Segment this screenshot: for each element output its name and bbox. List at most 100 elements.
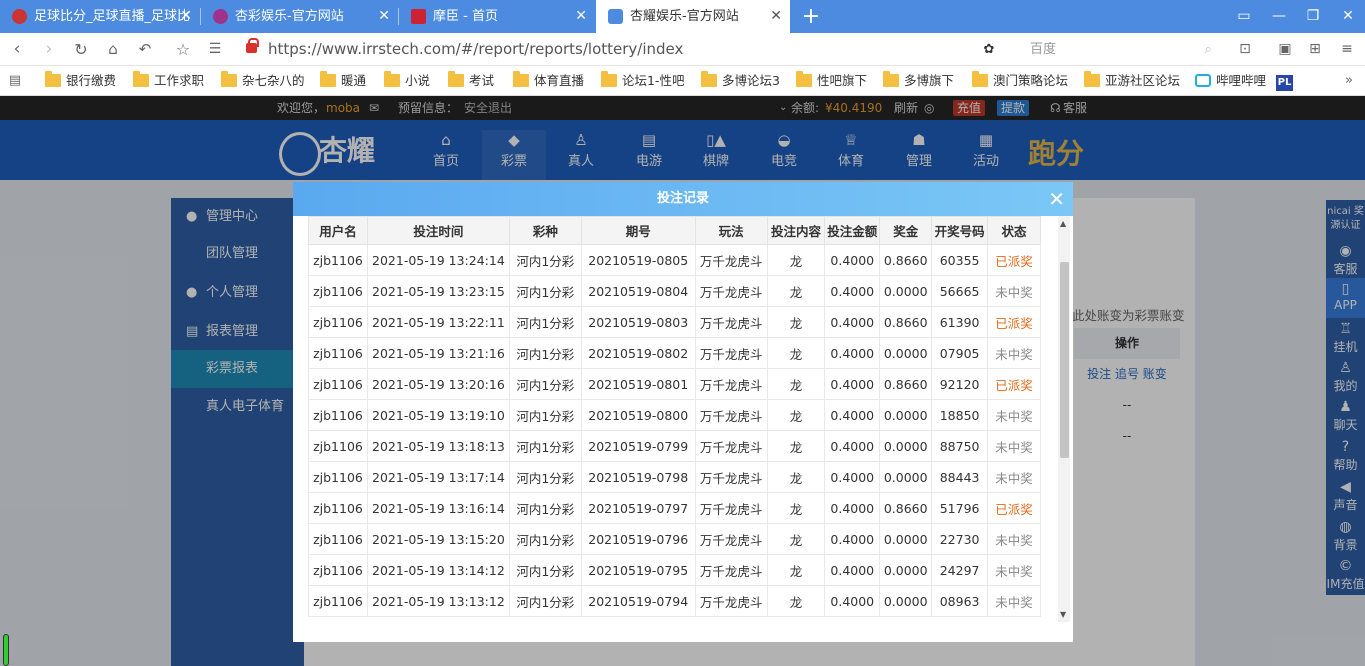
new-tab-icon[interactable]: + xyxy=(794,0,828,33)
bookmark-item[interactable]: 多博旗下 xyxy=(883,66,954,96)
url-field[interactable]: https://www.irrstech.com/#/report/report… xyxy=(240,38,1030,61)
restore-icon[interactable]: ❐ xyxy=(1296,0,1330,33)
home-icon[interactable]: ⌂ xyxy=(100,33,126,66)
table-cell: 2021-05-19 13:23:15 xyxy=(366,275,510,307)
table-cell: 0.4000 xyxy=(824,306,881,338)
table-cell: 0.8660 xyxy=(879,244,933,276)
bookmark-item[interactable]: 澳门策略论坛 xyxy=(972,66,1068,96)
bookmark-item[interactable]: 论坛1-性吧 xyxy=(601,66,684,96)
table-cell: 20210519-0799 xyxy=(580,430,696,462)
bookmark-item[interactable]: 工作求职 xyxy=(133,66,204,96)
table-cell: 万千龙虎斗 xyxy=(694,368,768,400)
back-icon[interactable]: ‹ xyxy=(4,33,30,66)
table-cell: 河内1分彩 xyxy=(508,523,582,555)
status-cell: 未中奖 xyxy=(987,275,1041,307)
table-cell: 万千龙虎斗 xyxy=(694,492,768,524)
bookmark-item[interactable]: 考试 xyxy=(448,66,494,96)
scroll-thumb[interactable] xyxy=(1060,262,1069,458)
table-cell: 20210519-0805 xyxy=(580,244,696,276)
table-cell: 2021-05-19 13:17:14 xyxy=(366,461,510,493)
modal-scrollbar[interactable]: ▲ ▼ xyxy=(1058,216,1070,622)
table-row: zjb1106 2021-05-19 13:18:13 河内1分彩 20210519-… xyxy=(308,430,1041,462)
bookmark-item[interactable]: 杂七杂八的 xyxy=(221,66,305,96)
bookmark-item[interactable]: 哔哩哔哩 xyxy=(1195,66,1266,96)
table-cell: 20210519-0797 xyxy=(580,492,696,524)
tab-close-icon[interactable]: ✕ xyxy=(378,0,390,33)
reader-icon[interactable]: ☰ xyxy=(202,33,228,66)
table-cell: zjb1106 xyxy=(308,244,368,276)
forward-icon[interactable]: › xyxy=(36,33,62,66)
bookmark-item[interactable]: 体育直播 xyxy=(513,66,584,96)
star-icon[interactable]: ☆ xyxy=(170,33,196,66)
minimize-icon[interactable]: — xyxy=(1262,0,1296,33)
bookmark-item[interactable]: 多博论坛3 xyxy=(701,66,780,96)
table-cell: 万千龙虎斗 xyxy=(694,337,768,369)
more-bookmarks-icon[interactable]: » xyxy=(1336,66,1362,96)
folder-icon xyxy=(1084,71,1100,87)
search-icon[interactable]: ⌕ xyxy=(1205,38,1212,61)
tab-title: 足球比分_足球直播_足球比 xyxy=(34,9,191,24)
bookmark-item[interactable]: PL xyxy=(1276,66,1293,96)
col-header: 投注内容 xyxy=(766,216,826,245)
bookmark-item[interactable]: 亚游社区论坛 xyxy=(1084,66,1180,96)
extension-icon[interactable]: ✿ xyxy=(976,33,1002,66)
table-cell: 08963 xyxy=(931,585,989,617)
status-cell: 未中奖 xyxy=(987,585,1041,617)
pl-logo-icon: PL xyxy=(1276,75,1293,91)
tab-close-icon[interactable]: ✕ xyxy=(180,0,192,33)
bet-records-modal: 投注记录 ✕ 用户名 投注时间 彩种 期号 玩法 投注内容 投注金额 奖金 开奖… xyxy=(293,182,1073,642)
search-input[interactable]: 百度 ⌕ xyxy=(1030,38,1220,61)
tab-list-icon[interactable]: ▭ xyxy=(1227,0,1261,33)
status-cell: 已派奖 xyxy=(987,492,1041,524)
crop-icon[interactable]: ⊡ xyxy=(1232,33,1258,66)
table-cell: 22730 xyxy=(931,523,989,555)
table-cell: zjb1106 xyxy=(308,585,368,617)
table-cell: 0.4000 xyxy=(824,244,881,276)
table-cell: zjb1106 xyxy=(308,306,368,338)
scroll-down-icon[interactable]: ▼ xyxy=(1060,610,1066,619)
close-icon[interactable]: ✕ xyxy=(1048,182,1065,216)
folder-icon xyxy=(384,71,400,87)
table-cell: zjb1106 xyxy=(308,492,368,524)
bet-table-wrapper: 用户名 投注时间 彩种 期号 玩法 投注内容 投注金额 奖金 开奖号码 状态 z… xyxy=(308,216,1041,622)
table-cell: 0.4000 xyxy=(824,399,881,431)
bookmark-item[interactable]: 银行缴费 xyxy=(45,66,116,96)
table-cell: 2021-05-19 13:19:10 xyxy=(366,399,510,431)
table-cell: 龙 xyxy=(766,523,826,555)
sidebar-toggle-icon[interactable]: ▤ xyxy=(2,66,28,96)
browser-tab-2[interactable]: 杏彩娱乐-官方网站 ✕ xyxy=(201,0,398,33)
folder-icon xyxy=(133,71,149,87)
bookmark-item[interactable]: 性吧旗下 xyxy=(796,66,867,96)
table-cell: 0.0000 xyxy=(879,554,933,586)
table-cell: 龙 xyxy=(766,399,826,431)
undo-icon[interactable]: ↶ xyxy=(132,33,158,66)
mc-favicon-icon xyxy=(411,9,426,24)
table-cell: 万千龙虎斗 xyxy=(694,554,768,586)
browser-tab-4[interactable]: 杏耀娱乐-官方网站 ✕ xyxy=(596,0,790,33)
reload-icon[interactable]: ↻ xyxy=(68,33,94,66)
table-cell: 20210519-0796 xyxy=(580,523,696,555)
folder-icon xyxy=(513,71,529,87)
tab-close-icon[interactable]: ✕ xyxy=(575,0,587,33)
apps-icon[interactable]: ⊞ xyxy=(1302,33,1328,66)
table-header-row: 用户名 投注时间 彩种 期号 玩法 投注内容 投注金额 奖金 开奖号码 状态 xyxy=(308,216,1041,245)
table-cell: 龙 xyxy=(766,492,826,524)
table-cell: 万千龙虎斗 xyxy=(694,585,768,617)
briefcase-icon[interactable]: ▣ xyxy=(1272,33,1298,66)
window-close-icon[interactable]: ✕ xyxy=(1331,0,1365,33)
table-cell: 2021-05-19 13:15:20 xyxy=(366,523,510,555)
bookmark-item[interactable]: 小说 xyxy=(384,66,430,96)
browser-tab-3[interactable]: 摩臣 - 首页 ✕ xyxy=(399,0,595,33)
table-cell: 0.4000 xyxy=(824,492,881,524)
browser-tab-1[interactable]: 足球比分_足球直播_足球比 ✕ xyxy=(0,0,200,33)
menu-icon[interactable]: ≡ xyxy=(1334,33,1360,66)
xingyao-favicon-icon xyxy=(608,9,623,24)
table-row: zjb1106 2021-05-19 13:16:14 河内1分彩 20210519-… xyxy=(308,492,1041,524)
bookmark-item[interactable]: 暖通 xyxy=(320,66,366,96)
table-cell: 万千龙虎斗 xyxy=(694,244,768,276)
table-cell: 2021-05-19 13:14:12 xyxy=(366,554,510,586)
table-cell: 20210519-0795 xyxy=(580,554,696,586)
table-row: zjb1106 2021-05-19 13:13:12 河内1分彩 20210519-… xyxy=(308,585,1041,617)
tab-close-icon[interactable]: ✕ xyxy=(770,0,782,33)
scroll-up-icon[interactable]: ▲ xyxy=(1060,219,1066,228)
